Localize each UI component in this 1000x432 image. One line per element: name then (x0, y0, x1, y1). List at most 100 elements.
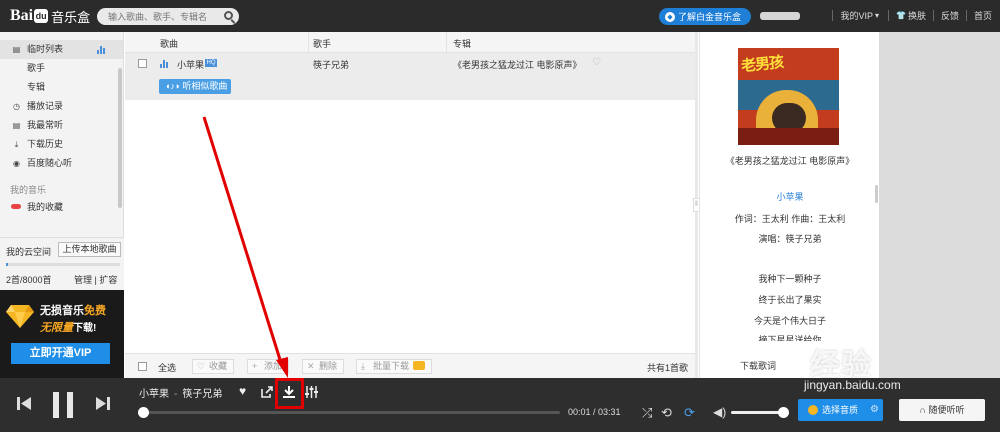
lyric-line: 作词：王太利 作曲：王太利 (734, 214, 846, 224)
select-all-checkbox[interactable] (138, 362, 147, 371)
album-name[interactable]: 《老男孩之猛龙过江 电影原声》 (453, 58, 582, 71)
column-album[interactable]: 专辑 (453, 37, 471, 50)
lyric-line: 摘下星星送给你 (758, 335, 822, 341)
playback-time: 00:01 / 03:31 (568, 407, 621, 417)
list-icon: ▤ (12, 121, 21, 130)
volume-icon[interactable]: ◀) (713, 405, 726, 419)
column-song[interactable]: 歌曲 (160, 37, 178, 50)
sidebar-item-radio[interactable]: ◉ 百度随心听 (0, 154, 123, 173)
home-link[interactable]: 首页 (974, 9, 992, 22)
sidebar-item-label: 专辑 (27, 82, 46, 92)
history-icon: ◷ (13, 102, 20, 111)
sidebar-item-history[interactable]: ◷ 播放记录 (0, 97, 123, 116)
sidebar-scrollbar[interactable] (118, 68, 122, 208)
progress-bar[interactable] (138, 407, 560, 418)
sidebar-item-label: 我最常听 (27, 120, 64, 130)
singer-name[interactable]: 筷子兄弟 (313, 58, 349, 71)
song-info-panel: 老男孩 《老男孩之猛龙过江 电影原声》 小苹果 作词：王太利 作曲：王太利 演唱… (699, 32, 879, 378)
playing-bars-icon (160, 60, 170, 68)
upload-local-button[interactable]: 上传本地歌曲 (58, 242, 121, 257)
now-playing-song[interactable]: 小苹果 (139, 389, 169, 400)
similar-songs-label: 听相似歌曲 (182, 81, 228, 91)
album-cover[interactable]: 老男孩 (738, 48, 839, 145)
promo-line-1: 无损音乐免费 (40, 302, 106, 318)
delete-button[interactable]: ✕ 删除 (302, 359, 345, 374)
speaker-icon: ◖♪◗ (165, 81, 181, 91)
download-lyrics-link[interactable]: 下载歌词 (740, 359, 776, 372)
progress-knob[interactable] (138, 407, 150, 418)
column-singer[interactable]: 歌手 (313, 37, 331, 50)
collect-button[interactable]: ♡ 收藏 (192, 359, 235, 374)
sidebar-item-temp-list[interactable]: ▤ 临时列表 (0, 40, 123, 59)
cloud-space: 我的云空间 上传本地歌曲 2首/8000首 管理 | 扩容 (0, 237, 124, 290)
pause-button[interactable] (53, 392, 75, 418)
sidebar-item-label: 播放记录 (27, 101, 64, 111)
heart-icon[interactable]: ♥ (239, 384, 246, 398)
player-bar: 小苹果 - 筷子兄弟 ♥ 00:01 / 03:31 ⤮ ⟲ ⟳ ◀) 选择音质 ⚙… (0, 378, 1000, 432)
feedback-link[interactable]: 反馈 (941, 9, 959, 22)
share-icon[interactable] (261, 386, 273, 398)
baidu-music-logo[interactable]: Bai du 音乐盒 (10, 6, 90, 26)
now-playing-artist[interactable]: 筷子兄弟 (182, 389, 222, 400)
next-icon[interactable] (95, 396, 111, 411)
select-quality-button[interactable]: 选择音质 ⚙ (798, 399, 883, 421)
search-input[interactable] (97, 8, 215, 25)
platinum-info-label: 了解白金音乐盒 (678, 12, 742, 22)
lyrics-scrollbar[interactable] (875, 185, 878, 203)
diamond-icon (6, 305, 34, 328)
add-button[interactable]: + 添加 (247, 359, 290, 374)
list-header: 歌曲 歌手 专辑 (125, 32, 695, 53)
song-count: 共有1首歌 (646, 363, 688, 373)
volume-slider[interactable] (731, 407, 789, 418)
shuffle-icon[interactable]: ⤮ (642, 405, 652, 421)
top-nav: 我的VIP ▾ 👕 换肤 反馈 首页 (825, 9, 992, 22)
song-name[interactable]: 小苹果 (177, 58, 204, 71)
sidebar-item-download-history[interactable]: ⤓ 下载历史 (0, 135, 123, 154)
sidebar-item-favorites[interactable]: 我的收藏 (0, 200, 123, 214)
my-music-heading: 我的音乐 (10, 185, 47, 195)
side-gutter (879, 32, 1000, 378)
my-vip-link[interactable]: 我的VIP (840, 9, 873, 22)
divider (965, 10, 967, 21)
vip-badge-icon (413, 361, 426, 370)
previous-icon[interactable] (16, 396, 32, 411)
open-vip-button[interactable]: 立即开通VIP (11, 343, 110, 364)
download-highlight-box (275, 378, 304, 409)
cloud-usage-bar (6, 263, 120, 266)
album-caption[interactable]: 《老男孩之猛龙过江 电影原声》 (700, 154, 880, 167)
batch-download-button[interactable]: ⤓ 批量下载 (356, 359, 433, 374)
caret-down-icon[interactable]: ▾ (875, 11, 879, 20)
search-icon[interactable] (224, 11, 233, 20)
heart-icon (11, 204, 21, 209)
download-icon: ⤓ (14, 140, 19, 149)
top-bar: Bai du 音乐盒 ◆ 了解白金音乐盒 我的VIP ▾ 👕 换肤 反馈 首页 (0, 0, 1000, 32)
sidebar-item-most-played[interactable]: ▤ 我最常听 (0, 116, 123, 135)
heart-outline-icon[interactable]: ♡ (592, 57, 601, 68)
divider (308, 32, 309, 53)
promo-free: 免费 (84, 305, 106, 317)
divider (887, 10, 889, 21)
platinum-info-button[interactable]: ◆ 了解白金音乐盒 (659, 8, 751, 25)
cloud-manage-links[interactable]: 管理 | 扩容 (74, 273, 117, 286)
select-all-label[interactable]: 全选 (158, 361, 176, 374)
row-checkbox[interactable] (138, 59, 147, 68)
cloud-count: 2首/8000首 (6, 275, 52, 285)
logo-app-name: 音乐盒 (51, 9, 91, 25)
volume-knob[interactable] (778, 407, 789, 418)
similar-songs-button[interactable]: ◖♪◗ 听相似歌曲 (159, 79, 231, 94)
logo-text: Bai (10, 7, 34, 24)
repeat-icon[interactable]: ⟳ (684, 405, 695, 421)
skin-link[interactable]: 换肤 (908, 9, 926, 22)
close-icon: ✕ (307, 361, 315, 371)
sidebar-item-singer[interactable]: 歌手 (0, 59, 123, 78)
sidebar-item-album[interactable]: 专辑 (0, 78, 123, 97)
divider (832, 10, 834, 21)
random-listen-button[interactable]: ∩ 随便听听 (899, 399, 985, 421)
table-row[interactable]: 小苹果 HQ 筷子兄弟 《老男孩之猛龙过江 电影原声》 ♡ ◖♪◗ 听相似歌曲 (125, 53, 695, 100)
shirt-icon: 👕 (895, 11, 906, 20)
equalizer-icon[interactable] (305, 385, 318, 399)
gear-icon[interactable]: ⚙ (870, 399, 879, 421)
playing-bars-icon (97, 46, 107, 54)
username-redacted[interactable] (760, 12, 800, 20)
loop-icon[interactable]: ⟲ (661, 405, 672, 421)
